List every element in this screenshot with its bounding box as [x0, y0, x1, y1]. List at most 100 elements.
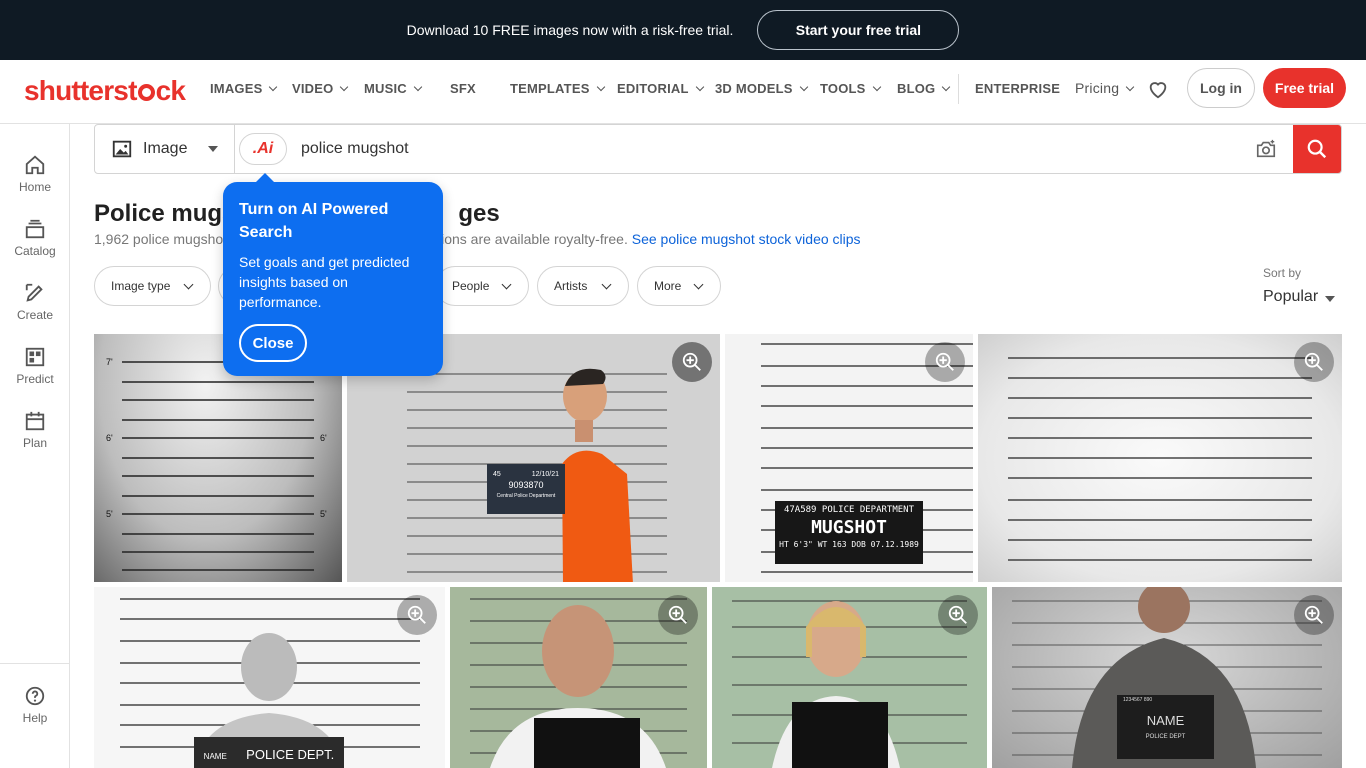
nav-enterprise[interactable]: ENTERPRISE	[975, 81, 1060, 96]
nav-video[interactable]: VIDEO	[292, 81, 349, 96]
ai-search-toggle[interactable]: .Ai	[239, 133, 287, 165]
search-bar: Image .Ai	[94, 124, 1342, 174]
zoom-in-icon	[935, 352, 954, 371]
video-clips-link[interactable]: See police mugshot stock video clips	[632, 231, 861, 247]
search-button[interactable]	[1293, 125, 1341, 173]
image-tile[interactable]	[712, 587, 987, 768]
home-icon	[25, 155, 45, 175]
nav-3d-models[interactable]: 3D MODELS	[715, 81, 808, 96]
sort-select[interactable]: Popular	[1263, 288, 1318, 306]
zoom-button[interactable]	[672, 342, 712, 382]
sidebar-label: Catalog	[14, 244, 56, 258]
image-tile[interactable]: 1234567 890 NAME POLICE DEPT	[992, 587, 1342, 768]
chevron-down-icon	[596, 82, 605, 92]
zoom-in-icon	[407, 605, 426, 624]
sidebar-item-predict[interactable]: Predict	[0, 346, 70, 386]
nav-images[interactable]: IMAGES	[210, 81, 278, 96]
mugshot-board: 45 12/10/21 9093870 Central Police Depart…	[493, 471, 559, 499]
silhouette-image	[120, 598, 420, 768]
filter-artists[interactable]: Artists	[537, 266, 629, 306]
zoom-button[interactable]	[1294, 595, 1334, 635]
sidebar-label: Plan	[22, 436, 48, 450]
popover-close-button[interactable]: Close	[239, 324, 307, 362]
promo-banner: Download 10 FREE images now with a risk-…	[0, 0, 1366, 60]
create-icon	[25, 283, 43, 302]
sidebar-item-home[interactable]: Home	[0, 154, 70, 194]
mugshot-board: NAME POLICE DEPT.	[203, 747, 335, 762]
chevron-down-icon	[183, 279, 194, 290]
zoom-in-icon	[682, 352, 701, 371]
image-tile[interactable]	[450, 587, 707, 768]
chevron-down-icon	[942, 82, 951, 92]
sidebar-item-help[interactable]: Help	[0, 685, 70, 725]
nav-blog[interactable]: BLOG	[897, 81, 951, 96]
image-tile[interactable]	[978, 334, 1342, 582]
chevron-down-icon	[872, 82, 881, 92]
caret-down-icon	[1325, 296, 1335, 302]
sort-label: Sort by	[1263, 266, 1302, 280]
height-chart-image	[1008, 357, 1312, 561]
help-icon	[25, 686, 45, 706]
predict-icon	[25, 347, 45, 367]
svg-text:6': 6'	[320, 433, 327, 443]
sidebar-label: Create	[16, 308, 54, 322]
shutterstock-logo[interactable]: shutterst ck	[24, 75, 186, 107]
zoom-in-icon	[668, 605, 687, 624]
zoom-button[interactable]	[397, 595, 437, 635]
zoom-button[interactable]	[925, 342, 965, 382]
filter-people[interactable]: People	[435, 266, 529, 306]
hoodie-mugshot-image	[1012, 587, 1322, 768]
chevron-down-icon	[340, 82, 349, 92]
free-trial-button[interactable]: Free trial	[1263, 68, 1346, 108]
media-type-select[interactable]: Image	[95, 125, 235, 173]
chevron-down-icon	[501, 279, 512, 290]
sidebar-item-catalog[interactable]: Catalog	[0, 218, 70, 258]
heart-icon[interactable]	[1147, 78, 1169, 100]
nav-editorial[interactable]: EDITORIAL	[617, 81, 704, 96]
nav-templates[interactable]: TEMPLATES	[510, 81, 605, 96]
start-free-trial-button[interactable]: Start your free trial	[757, 10, 960, 50]
sidebar-item-plan[interactable]: Plan	[0, 410, 70, 450]
promo-text: Download 10 FREE images now with a risk-…	[406, 22, 734, 38]
nav-sfx[interactable]: SFX	[450, 81, 476, 96]
sidebar-label: Predict	[16, 372, 54, 386]
popover-body: Set goals and get predicted insights bas…	[239, 254, 410, 310]
nav-music[interactable]: MUSIC	[364, 81, 423, 96]
sidebar-divider	[0, 663, 70, 664]
zoom-button[interactable]	[938, 595, 978, 635]
chevron-down-icon	[695, 82, 704, 92]
filter-image-type[interactable]: Image type	[94, 266, 211, 306]
chevron-down-icon	[601, 279, 612, 290]
camera-search-icon[interactable]	[1255, 138, 1277, 160]
svg-text:5': 5'	[106, 509, 113, 519]
image-tile[interactable]: 47A589 POLICE DEPARTMENT MUGSHOT HT 6'3"…	[725, 334, 973, 582]
zoom-in-icon	[948, 605, 967, 624]
filter-more[interactable]: More	[637, 266, 721, 306]
nav-tools[interactable]: TOOLS	[820, 81, 881, 96]
chevron-down-icon	[413, 82, 423, 92]
media-type-value: Image	[143, 140, 188, 157]
chevron-down-icon	[799, 82, 808, 92]
image-tile[interactable]: NAME POLICE DEPT.	[94, 587, 445, 768]
search-input[interactable]	[301, 137, 1201, 161]
sidebar-label: Home	[18, 180, 51, 194]
ai-search-popover: Turn on AI Powered Search Set goals and …	[223, 173, 443, 376]
chevron-down-icon	[1125, 82, 1135, 92]
catalog-icon	[25, 219, 45, 239]
mugshot-board: 1234567 890 NAME POLICE DEPT	[1123, 697, 1186, 740]
sidebar-item-create[interactable]: Create	[0, 282, 70, 322]
chevron-down-icon	[693, 279, 704, 290]
zoom-button[interactable]	[1294, 342, 1334, 382]
zoom-button[interactable]	[658, 595, 698, 635]
svg-text:7': 7'	[106, 357, 113, 367]
login-button[interactable]: Log in	[1187, 68, 1255, 108]
image-icon	[112, 140, 132, 158]
left-sidebar: Home Catalog Create Predict Plan Help	[0, 124, 70, 768]
chevron-down-icon	[269, 82, 278, 92]
main-nav: shutterst ck IMAGES VIDEO MUSIC SFX TEMPL…	[0, 60, 1366, 124]
caret-down-icon	[208, 146, 218, 152]
plan-icon	[25, 411, 45, 431]
popover-title: Turn on AI Powered Search	[239, 201, 389, 241]
zoom-in-icon	[1304, 352, 1323, 371]
nav-pricing[interactable]: Pricing	[1075, 80, 1135, 96]
